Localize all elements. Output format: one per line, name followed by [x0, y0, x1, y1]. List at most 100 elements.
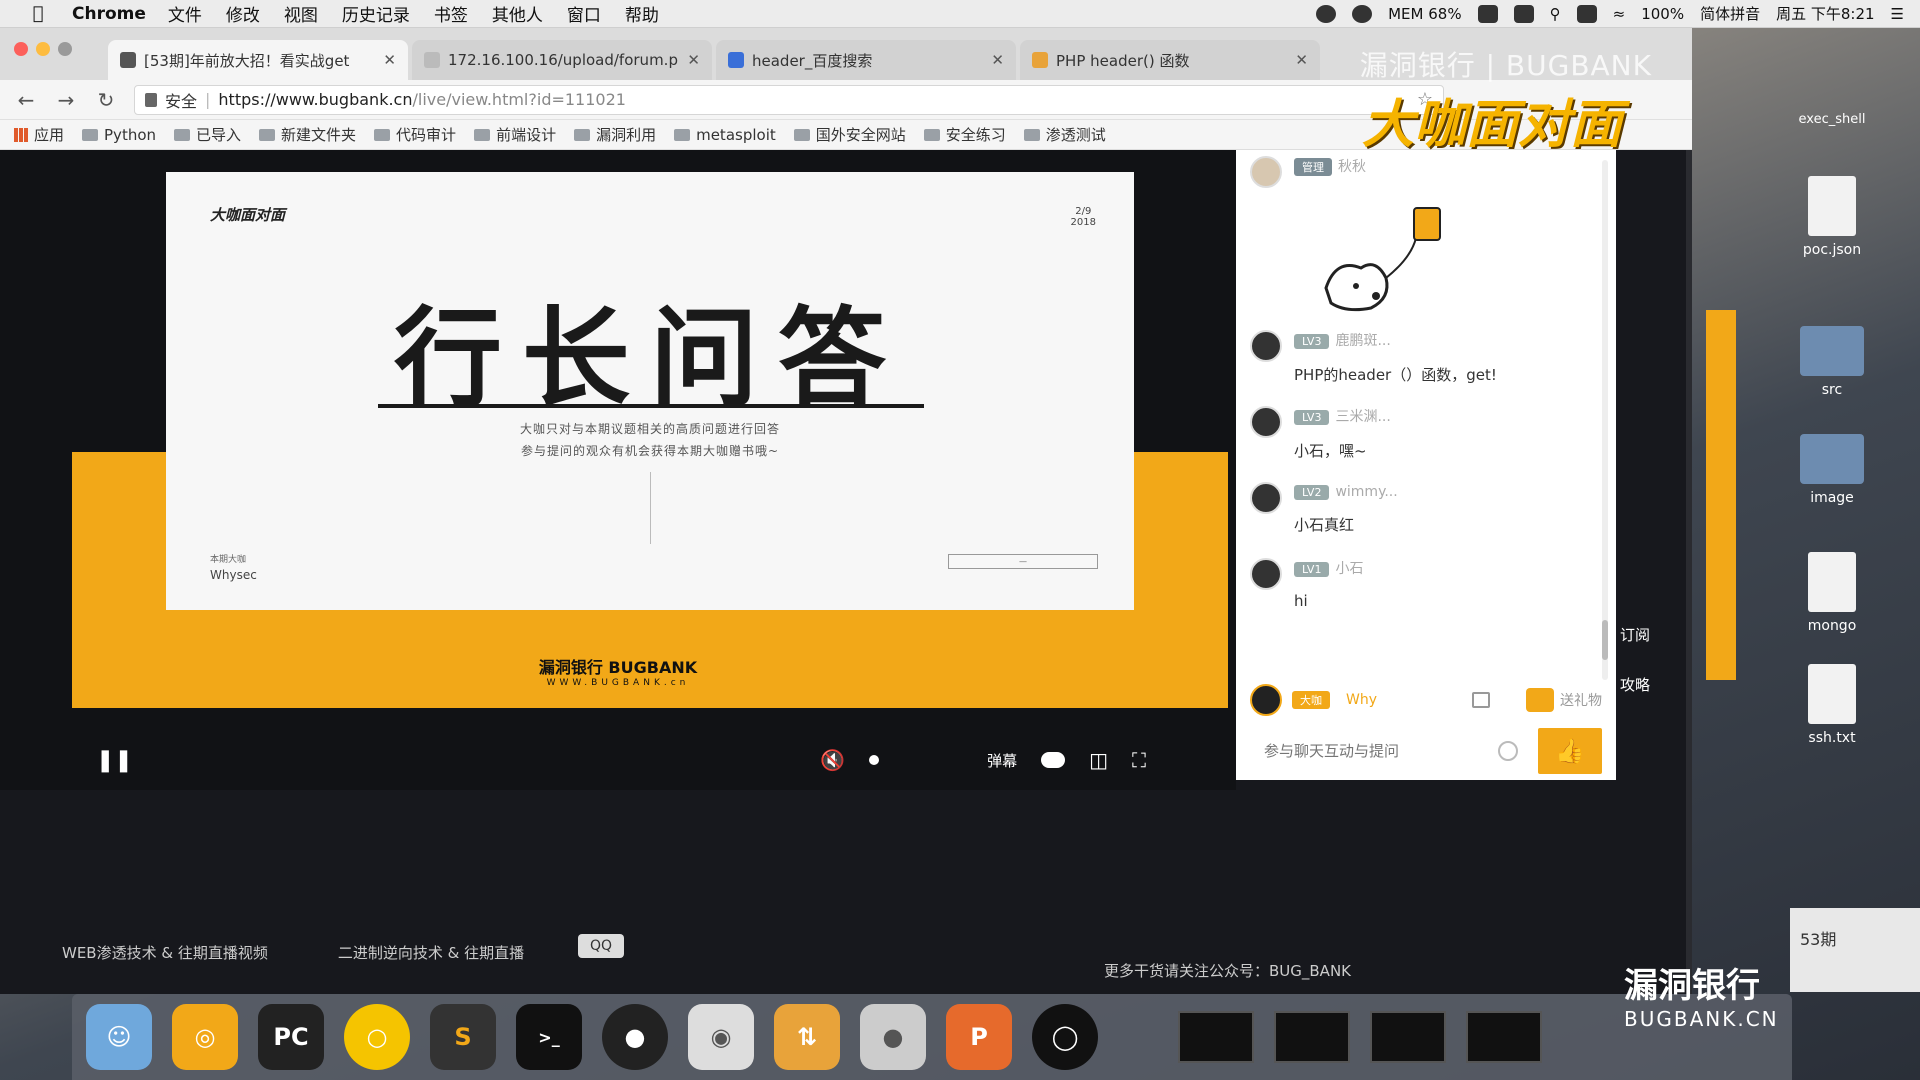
dock-wechat-icon[interactable]: ◉	[688, 1004, 754, 1070]
danmaku-toggle[interactable]	[1041, 752, 1066, 768]
chat-scroll-thumb[interactable]	[1602, 620, 1608, 660]
apple-menu-icon[interactable]: 	[18, 3, 58, 24]
bookmark-folder[interactable]: 前端设计	[474, 124, 556, 145]
dock-window-thumbnail[interactable]	[1466, 1011, 1542, 1063]
bookmark-folder[interactable]: Python	[82, 126, 156, 144]
avatar[interactable]	[1250, 482, 1282, 514]
dock-sequel-icon[interactable]: ⇅	[774, 1004, 840, 1070]
menu-bookmarks[interactable]: 书签	[434, 1, 468, 26]
chat-username[interactable]: 小石	[1335, 561, 1363, 577]
desktop-file-ssh-txt[interactable]: ssh.txt	[1798, 664, 1866, 746]
desktop-label-exec-shell[interactable]: exec_shell	[1798, 112, 1866, 127]
wifi-icon[interactable]: ≈	[1613, 5, 1626, 23]
dock-qq-icon[interactable]: ●	[602, 1004, 668, 1070]
reverse-engineering-link[interactable]: 二进制逆向技术 & 往期直播	[338, 942, 524, 963]
send-gift-button[interactable]: 送礼物	[1472, 688, 1602, 712]
emoji-icon[interactable]	[1498, 741, 1518, 761]
guide-link[interactable]: 攻略	[1620, 660, 1650, 710]
dock-sublime-icon[interactable]: S	[430, 1004, 496, 1070]
menu-help[interactable]: 帮助	[625, 1, 659, 26]
bookmark-folder[interactable]: 已导入	[174, 124, 241, 145]
chat-username[interactable]: wimmy...	[1335, 484, 1397, 500]
dock-chrome-icon[interactable]: ○	[344, 1004, 410, 1070]
close-tab-icon[interactable]: ✕	[383, 51, 396, 69]
app-menu-name[interactable]: Chrome	[72, 4, 146, 24]
subscribe-link[interactable]: 订阅	[1620, 610, 1650, 660]
notification-center-icon[interactable]: ☰	[1891, 5, 1904, 23]
bookmark-folder[interactable]: 代码审计	[374, 124, 456, 145]
host-username[interactable]: Why	[1346, 692, 1377, 708]
widescreen-icon[interactable]: ◫	[1089, 748, 1108, 772]
close-tab-icon[interactable]: ✕	[687, 51, 700, 69]
menu-history[interactable]: 历史记录	[342, 1, 410, 26]
music-tray-icon[interactable]	[1316, 4, 1337, 23]
desktop-file-poc-json[interactable]: poc.json	[1798, 176, 1866, 258]
tab-php-header[interactable]: PHP header() 函数 ✕	[1020, 40, 1320, 80]
close-tab-icon[interactable]: ✕	[991, 51, 1004, 69]
bookmark-folder[interactable]: metasploit	[674, 126, 776, 144]
wechat-tray-icon[interactable]	[1352, 4, 1373, 23]
chat-username[interactable]: 三米渊...	[1335, 409, 1390, 425]
airplay-icon[interactable]	[1576, 4, 1597, 23]
desktop-folder-image[interactable]: image	[1798, 434, 1866, 506]
pause-icon[interactable]: ❚❚	[96, 748, 133, 773]
search-icon[interactable]: ⚲	[1550, 5, 1561, 23]
address-bar[interactable]: 安全 | https://www.bugbank.cn/live/view.ht…	[134, 84, 1444, 115]
bookmark-folder[interactable]: 渗透测试	[1023, 124, 1106, 145]
menu-view[interactable]: 视图	[284, 1, 318, 26]
reload-icon[interactable]: ↻	[94, 88, 118, 112]
fullscreen-icon[interactable]: ⛶	[1132, 748, 1146, 772]
tab-baidu-search[interactable]: header_百度搜索 ✕	[716, 40, 1016, 80]
mute-icon[interactable]: 🔇	[820, 748, 845, 772]
notification-popup[interactable]: 53期	[1790, 908, 1920, 992]
chat-input[interactable]	[1264, 742, 1498, 760]
web-pentest-link[interactable]: WEB渗透技术 & 往期直播视频	[62, 942, 268, 963]
dock-powerpoint-icon[interactable]: P	[946, 1004, 1012, 1070]
tab-bugbank-live[interactable]: [53期]年前放大招！看实战get ✕	[108, 40, 408, 80]
bookmark-folder[interactable]: 国外安全网站	[793, 124, 906, 145]
chat-scrollbar[interactable]	[1602, 160, 1608, 680]
clock[interactable]: 周五 下午8:21	[1776, 3, 1874, 24]
avatar[interactable]	[1250, 156, 1282, 188]
close-window-button[interactable]	[14, 42, 28, 56]
forward-icon[interactable]: →	[54, 88, 78, 112]
avatar[interactable]	[1250, 406, 1282, 438]
desktop-file-mongo[interactable]: mongo	[1798, 552, 1866, 634]
dock-netease-music-icon[interactable]: ◎	[172, 1004, 238, 1070]
avatar[interactable]	[1250, 558, 1282, 590]
host-avatar[interactable]	[1250, 684, 1282, 716]
back-icon[interactable]: ←	[14, 88, 38, 112]
input-method[interactable]: 简体拼音	[1700, 3, 1760, 24]
dock-tableplus-icon[interactable]: ●	[860, 1004, 926, 1070]
like-button[interactable]: 👍	[1538, 728, 1602, 774]
menu-edit[interactable]: 修改	[226, 1, 260, 26]
bookmark-folder[interactable]: 新建文件夹	[259, 124, 356, 145]
page-scrollbar[interactable]	[1686, 150, 1692, 994]
bookmark-folder[interactable]: 安全练习	[923, 124, 1006, 145]
chat-username[interactable]: 鹿鹏斑...	[1335, 333, 1390, 349]
minimize-window-button[interactable]	[36, 42, 50, 56]
volume-slider[interactable]	[869, 755, 880, 765]
desktop-folder-src[interactable]: src	[1798, 326, 1866, 398]
bookmark-folder[interactable]: 漏洞利用	[574, 124, 656, 145]
video-player[interactable]: 大咖面对面 2/9 2018 行长问答 大咖只对与本期议题相关的高质问题进行回答…	[0, 150, 1236, 790]
dock-window-thumbnail[interactable]	[1370, 1011, 1446, 1063]
qq-tray-icon[interactable]	[1477, 4, 1498, 23]
dock-terminal-icon[interactable]: >_	[516, 1004, 582, 1070]
notification-tray-icon[interactable]	[1513, 4, 1534, 23]
dock-pycharm-icon[interactable]: PC	[258, 1004, 324, 1070]
dock-window-thumbnail[interactable]	[1178, 1011, 1254, 1063]
list-icon[interactable]	[1472, 692, 1490, 708]
zoom-window-button[interactable]	[58, 42, 72, 56]
avatar[interactable]	[1250, 330, 1282, 362]
close-tab-icon[interactable]: ✕	[1295, 51, 1308, 69]
dock-window-thumbnail[interactable]	[1274, 1011, 1350, 1063]
bookmark-apps[interactable]: 应用	[14, 124, 64, 145]
dock-finder-icon[interactable]: ☺	[86, 1004, 152, 1070]
memory-indicator[interactable]: MEM 68%	[1388, 5, 1462, 23]
menu-file[interactable]: 文件	[168, 1, 202, 26]
dock-obs-icon[interactable]: ◯	[1032, 1004, 1098, 1070]
chat-username[interactable]: 秋秋	[1338, 159, 1366, 175]
menu-window[interactable]: 窗口	[567, 1, 601, 26]
menu-people[interactable]: 其他人	[492, 1, 543, 26]
